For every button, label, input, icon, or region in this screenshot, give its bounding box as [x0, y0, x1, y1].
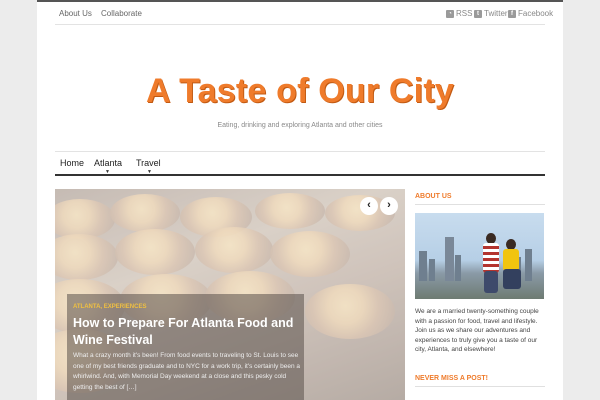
- slider-prev-button[interactable]: ‹: [360, 197, 378, 215]
- site-tagline: Eating, drinking and exploring Atlanta a…: [217, 122, 383, 129]
- twitter-icon: t: [474, 9, 482, 18]
- slide-caption: ATLANTA, EXPERIENCES How to Prepare For …: [67, 294, 304, 400]
- rss-link[interactable]: ◔ RSS: [446, 9, 472, 18]
- nav-item-home[interactable]: Home: [60, 158, 84, 168]
- photo-skyline-building: [419, 251, 427, 281]
- never-miss-heading: NEVER MISS A POST!: [415, 375, 545, 387]
- top-divider: [55, 24, 545, 25]
- facebook-icon: f: [508, 9, 516, 18]
- site-title[interactable]: A Taste of Our City: [37, 72, 563, 111]
- featured-slider[interactable]: ‹ › ATLANTA, EXPERIENCES How to Prepare …: [55, 189, 405, 400]
- slide-excerpt: What a crazy month it's been! From food …: [73, 352, 301, 391]
- top-link-collaborate[interactable]: Collaborate: [101, 9, 142, 18]
- twitter-label: Twitter: [484, 9, 508, 18]
- about-us-text: We are a married twenty-something couple…: [415, 308, 539, 353]
- rss-label: RSS: [456, 9, 473, 18]
- chevron-down-icon: ▼: [147, 169, 152, 175]
- about-us-heading: ABOUT US: [415, 193, 545, 205]
- photo-person-man: [483, 243, 499, 273]
- about-us-photo: [415, 213, 544, 299]
- rss-icon: ◔: [446, 9, 454, 18]
- top-link-about-us[interactable]: About Us: [59, 9, 92, 18]
- photo-person-jeans: [503, 269, 521, 289]
- slider-next-button[interactable]: ›: [380, 197, 398, 215]
- photo-person-jeans: [484, 271, 498, 293]
- photo-person-woman: [503, 249, 519, 271]
- facebook-link[interactable]: f Facebook: [508, 9, 553, 18]
- photo-skyline-building: [455, 255, 461, 281]
- photo-skyline-building: [525, 249, 532, 281]
- main-nav: Home Atlanta ▼ Travel ▼: [55, 152, 545, 176]
- slide-category[interactable]: ATLANTA, EXPERIENCES: [73, 304, 146, 310]
- top-bar: About Us Collaborate ◔ RSS t Twitter f F…: [37, 0, 563, 24]
- photo-skyline-building: [445, 237, 454, 281]
- photo-skyline-building: [429, 259, 435, 281]
- nav-item-atlanta[interactable]: Atlanta: [94, 158, 122, 168]
- twitter-link[interactable]: t Twitter: [474, 9, 508, 18]
- slide-post-title[interactable]: How to Prepare For Atlanta Food and Wine…: [73, 315, 301, 349]
- page: About Us Collaborate ◔ RSS t Twitter f F…: [37, 0, 563, 400]
- nav-item-travel[interactable]: Travel: [136, 158, 161, 168]
- chevron-down-icon: ▼: [105, 169, 110, 175]
- facebook-label: Facebook: [518, 9, 554, 18]
